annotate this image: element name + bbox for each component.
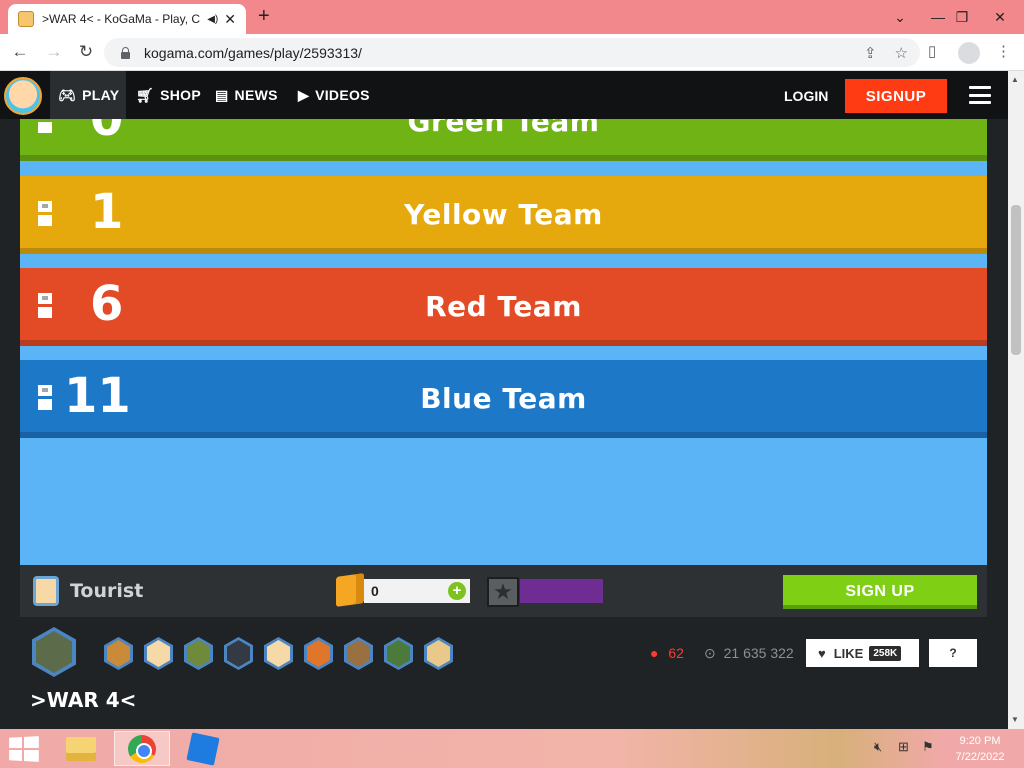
- player-avatar[interactable]: [384, 637, 413, 670]
- cart-icon: 🛒︎: [136, 86, 155, 103]
- browser-toolbar: ← → ↻ kogama.com/games/play/2593313/ ⇪ ☆…: [0, 34, 1024, 71]
- volume-muted-icon[interactable]: 🔇︎: [874, 739, 882, 755]
- roblox-taskbar-icon[interactable]: [176, 731, 230, 766]
- nav-videos-label: VIDEOS: [315, 87, 370, 103]
- scroll-down-icon[interactable]: ▼: [1011, 715, 1019, 724]
- team-row-blue[interactable]: 11 Blue Team: [20, 360, 987, 438]
- level-star-icon: ★: [487, 577, 519, 607]
- online-count: 62: [668, 645, 684, 661]
- browser-titlebar: >WAR 4< - KoGaMa - Play, C ◀) ✕ + ⌄ — ❐ …: [0, 0, 1024, 34]
- gold-balance: 0 +: [364, 579, 470, 603]
- gamepad-icon: 🎮︎: [58, 86, 77, 103]
- lock-icon[interactable]: [120, 46, 130, 59]
- speaker-icon[interactable]: ◀): [207, 14, 218, 25]
- reload-icon[interactable]: ↻: [74, 40, 98, 64]
- nav-shop[interactable]: 🛒︎ SHOP: [136, 71, 201, 119]
- game-title: >WAR 4<: [30, 688, 137, 712]
- add-gold-icon[interactable]: +: [448, 582, 466, 600]
- close-window-button[interactable]: ✕: [980, 0, 1020, 34]
- player-avatar[interactable]: [104, 637, 133, 670]
- team-name: Yellow Team: [404, 198, 603, 231]
- game-viewport[interactable]: 0 Green Team 1 Yellow Team 6 Red Team 11…: [20, 119, 987, 565]
- person-icon: ●: [650, 645, 659, 661]
- gold-amount: 0: [371, 583, 379, 599]
- player-avatar[interactable]: [264, 637, 293, 670]
- chrome-taskbar-icon[interactable]: [114, 731, 170, 766]
- nav-news[interactable]: ▤ NEWS: [215, 71, 278, 119]
- username: Tourist: [70, 580, 144, 602]
- like-label: LIKE: [833, 645, 864, 661]
- browser-tab[interactable]: >WAR 4< - KoGaMa - Play, C ◀) ✕: [8, 4, 246, 34]
- action-center-flag-icon[interactable]: ⚑: [922, 739, 934, 755]
- player-avatar[interactable]: [304, 637, 333, 670]
- play-count: ⊙ 21 635 322: [704, 645, 794, 662]
- team-row-yellow[interactable]: 1 Yellow Team: [20, 176, 987, 254]
- tourist-avatar-icon: [33, 576, 59, 606]
- side-panel-icon[interactable]: ▯: [928, 42, 936, 60]
- player-avatar[interactable]: [224, 637, 253, 670]
- login-link[interactable]: LOGIN: [784, 88, 828, 104]
- players-online: ● 62: [650, 645, 684, 661]
- signup-button[interactable]: SIGNUP: [845, 79, 947, 113]
- game-signup-button[interactable]: SIGN UP: [783, 575, 977, 609]
- nav-videos[interactable]: ▶ VIDEOS: [298, 71, 370, 119]
- team-name: Blue Team: [420, 382, 587, 415]
- nav-news-label: NEWS: [234, 87, 278, 103]
- tab-close-icon[interactable]: ✕: [224, 11, 236, 28]
- nav-play[interactable]: 🎮︎ PLAY: [50, 71, 126, 119]
- like-count-badge: 258K: [869, 645, 902, 661]
- xp-progress-bar: [520, 579, 603, 603]
- newspaper-icon: ▤: [215, 86, 229, 103]
- site-header: 🎮︎ PLAY 🛒︎ SHOP ▤ NEWS ▶ VIDEOS LOGIN SI…: [0, 71, 1024, 119]
- team-row-red[interactable]: 6 Red Team: [20, 268, 987, 346]
- play-video-icon: ▶: [298, 86, 310, 103]
- profile-icon[interactable]: [958, 42, 980, 64]
- back-icon[interactable]: ←: [8, 40, 32, 64]
- gamepad-icon: ⊙: [704, 645, 716, 661]
- menu-kebab-icon[interactable]: ⋮: [996, 42, 1011, 60]
- team-name: Red Team: [425, 290, 582, 323]
- tab-title: >WAR 4< - KoGaMa - Play, C: [42, 12, 201, 26]
- page-scrollbar[interactable]: ▲ ▼: [1008, 71, 1024, 729]
- player-avatar[interactable]: [344, 637, 373, 670]
- player-avatar[interactable]: [424, 637, 453, 670]
- question-icon: ?: [949, 646, 957, 660]
- nav-shop-label: SHOP: [160, 87, 201, 103]
- scroll-up-icon[interactable]: ▲: [1011, 75, 1019, 84]
- new-tab-button[interactable]: +: [258, 5, 270, 28]
- player-avatar[interactable]: [144, 637, 173, 670]
- share-icon[interactable]: ⇪: [864, 44, 877, 62]
- kogama-favicon-icon: [18, 11, 34, 27]
- clock-date: 7/22/2022: [955, 751, 1005, 763]
- windows-taskbar: 🔇︎ ⊞ ⚑: [0, 729, 1024, 768]
- hamburger-menu-icon[interactable]: [969, 86, 991, 104]
- taskbar-clock[interactable]: 9:20 PM 7/22/2022: [945, 733, 1015, 765]
- file-explorer-icon[interactable]: [56, 731, 106, 766]
- kogama-logo[interactable]: [4, 77, 42, 115]
- address-bar[interactable]: kogama.com/games/play/2593313/ ⇪ ☆: [104, 38, 920, 67]
- game-status-bar: Tourist 0 + ★ SIGN UP: [20, 565, 987, 617]
- scrollbar-thumb[interactable]: [1011, 205, 1021, 355]
- help-button[interactable]: ?: [929, 639, 977, 667]
- team-name: Green Team: [407, 119, 600, 138]
- url-text: kogama.com/games/play/2593313/: [144, 44, 362, 61]
- heart-icon: ♥: [818, 645, 826, 661]
- play-count-value: 21 635 322: [723, 645, 794, 661]
- game-creator-avatar[interactable]: [32, 627, 76, 677]
- windows-start-icon[interactable]: [9, 736, 39, 762]
- like-button[interactable]: ♥ LIKE 258K: [806, 639, 919, 667]
- nav-play-label: PLAY: [82, 87, 120, 103]
- team-row-green[interactable]: 0 Green Team: [20, 119, 987, 161]
- network-icon[interactable]: ⊞: [898, 739, 909, 755]
- forward-icon[interactable]: →: [42, 40, 66, 64]
- player-avatar[interactable]: [184, 637, 213, 670]
- gold-cube-icon: [336, 573, 364, 607]
- tab-search-icon[interactable]: ⌄: [880, 0, 920, 34]
- clock-time: 9:20 PM: [959, 735, 1001, 747]
- bookmark-star-icon[interactable]: ☆: [895, 44, 908, 62]
- restore-button[interactable]: ❐: [942, 0, 982, 34]
